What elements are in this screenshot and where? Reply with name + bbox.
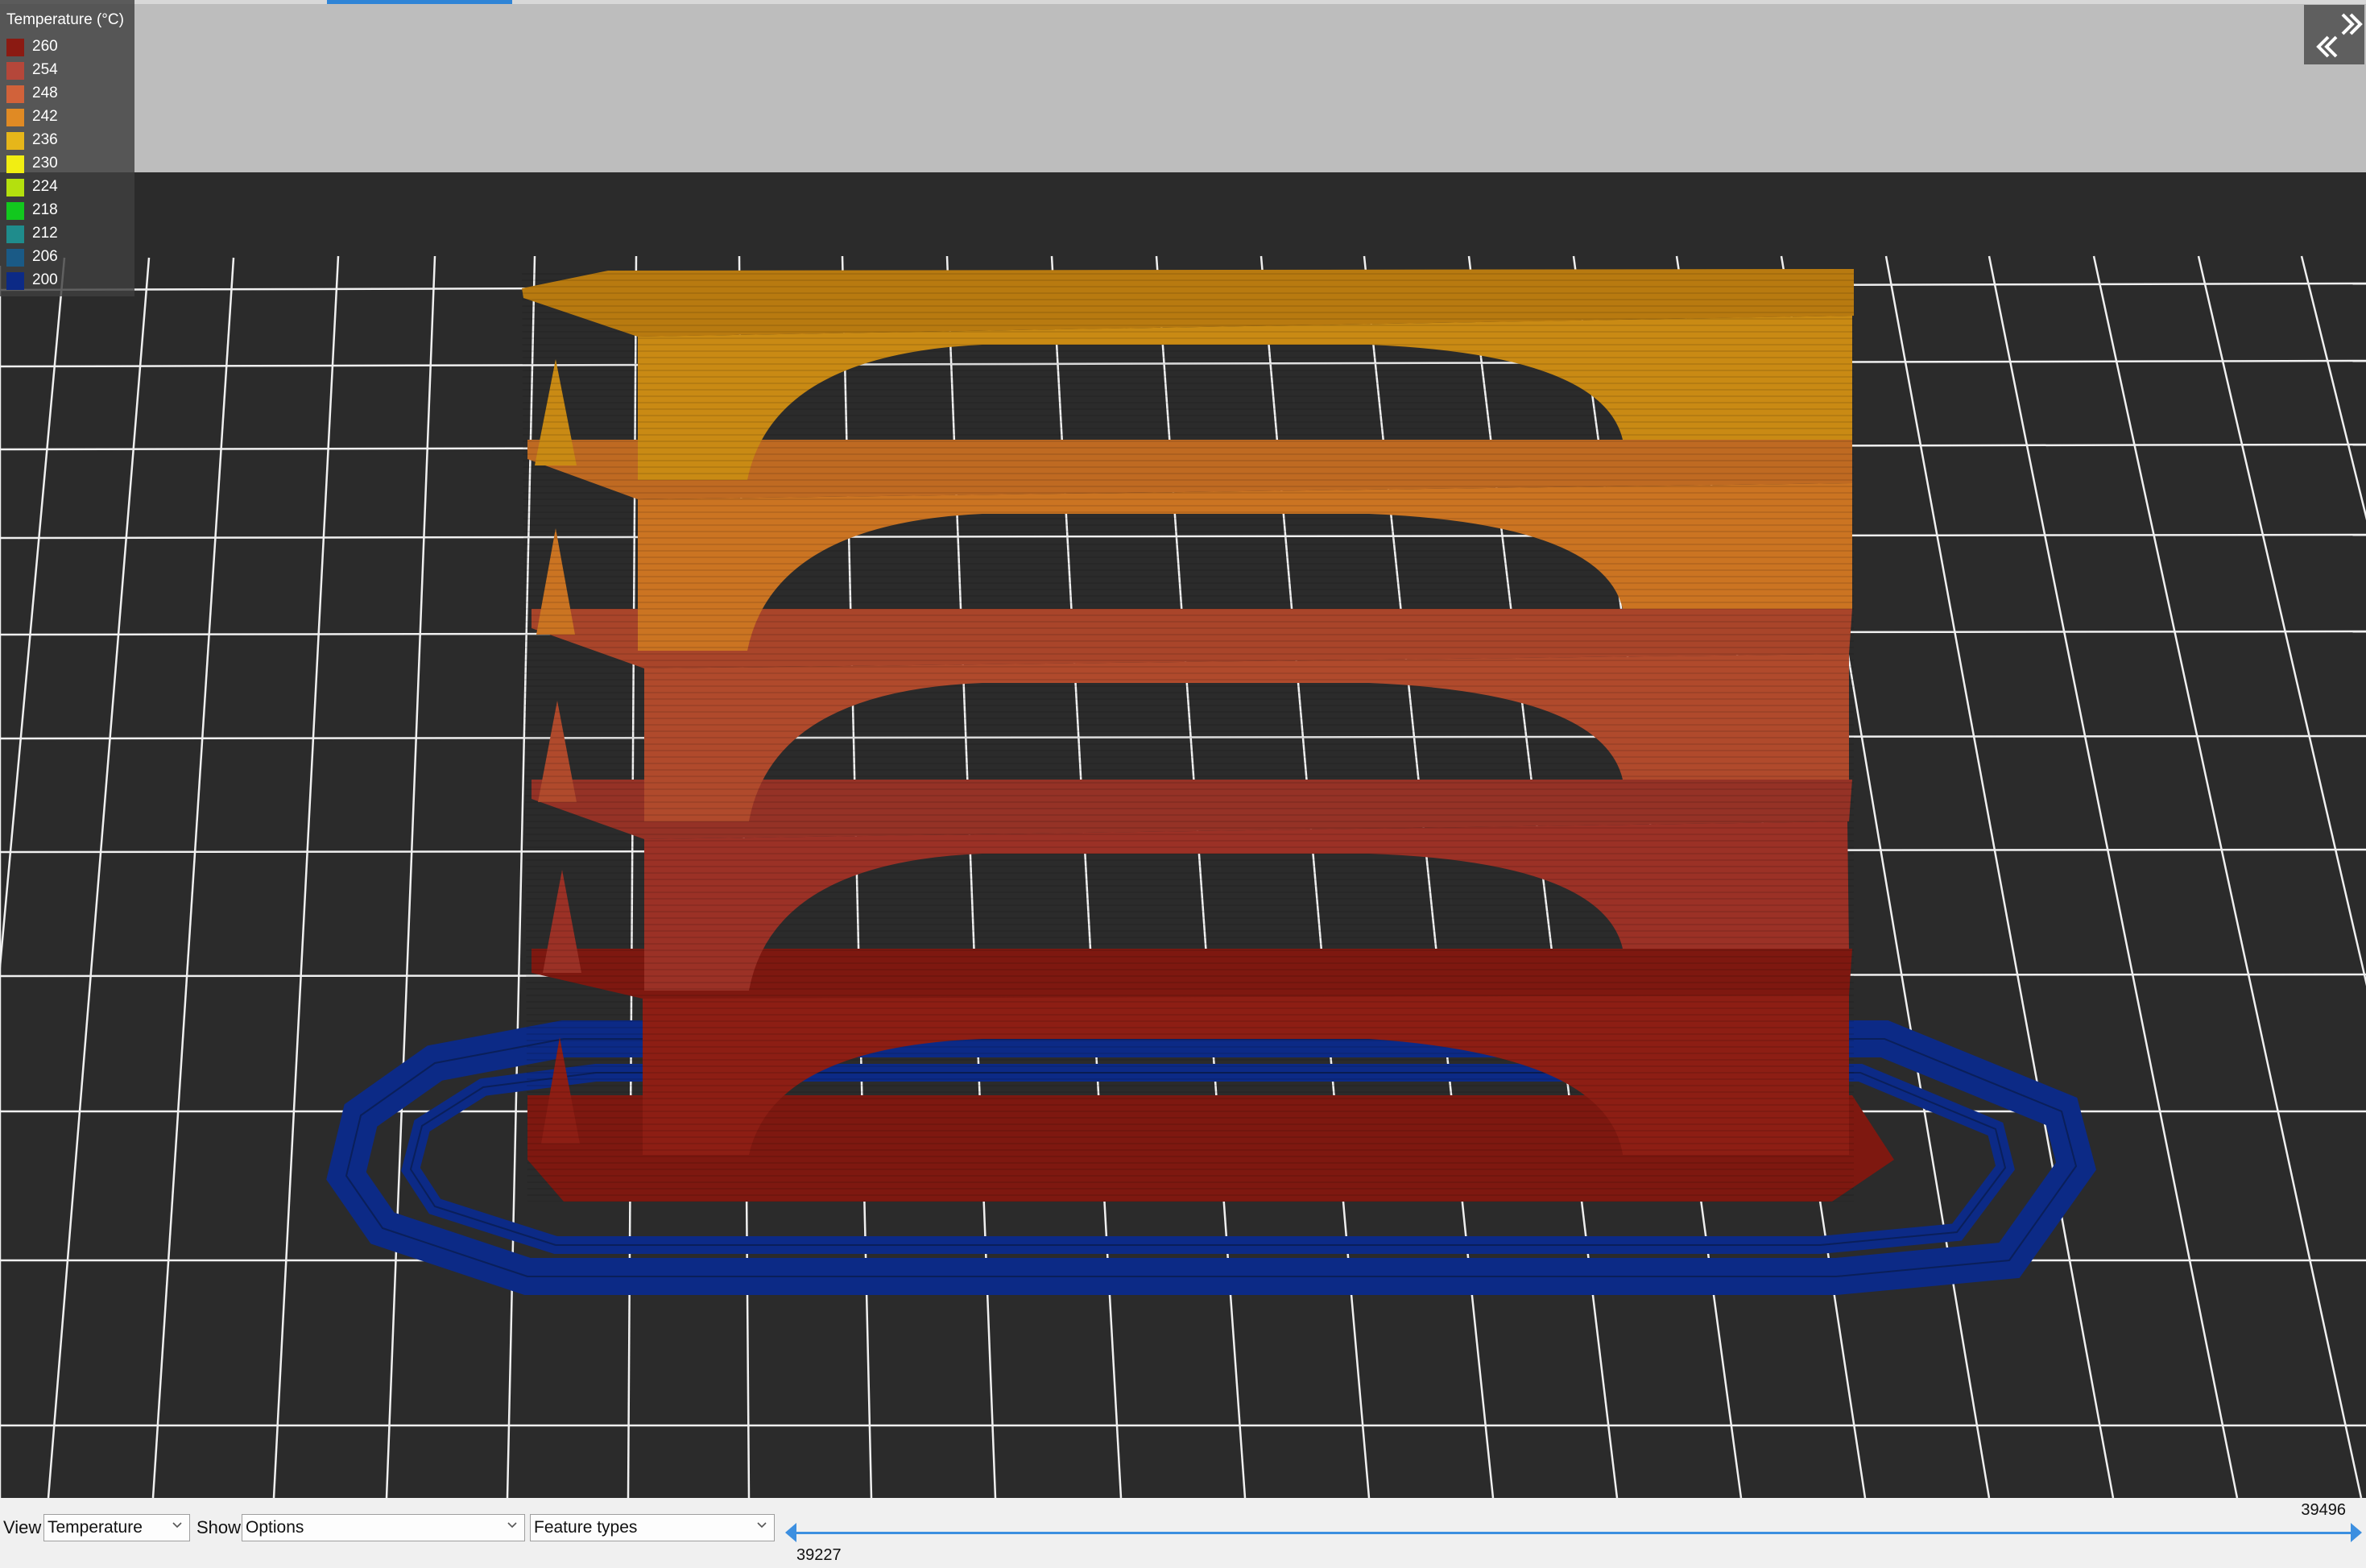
legend-swatch <box>6 179 24 197</box>
legend-swatch <box>6 109 24 126</box>
feature-types-dropdown-value: Feature types <box>534 1518 638 1537</box>
legend-item: 242 <box>6 107 127 128</box>
legend-label: 236 <box>32 131 58 148</box>
legend-label: 224 <box>32 178 58 195</box>
collapse-sidebar-button[interactable] <box>2304 5 2364 64</box>
legend-item: 248 <box>6 84 127 105</box>
view-dropdown-value: Temperature <box>48 1518 143 1537</box>
legend-swatch <box>6 132 24 150</box>
legend-item: 230 <box>6 154 127 175</box>
legend-label: 218 <box>32 201 58 218</box>
legend-item: 260 <box>6 37 127 58</box>
legend-label: 254 <box>32 61 58 78</box>
layer-lines <box>522 269 1854 1202</box>
print-preview-scene <box>0 255 2366 1498</box>
legend-label: 242 <box>32 108 58 125</box>
show-dropdown-value: Options <box>246 1518 304 1537</box>
legend-item: 224 <box>6 177 127 198</box>
slider-track[interactable] <box>795 1532 2352 1534</box>
view-dropdown[interactable]: Temperature <box>43 1514 190 1541</box>
show-label: Show <box>196 1517 242 1537</box>
legend-label: 260 <box>32 38 58 55</box>
slider-thumb-high[interactable] <box>2351 1523 2362 1542</box>
legend-label: 230 <box>32 155 58 172</box>
chevron-down-icon <box>172 1522 182 1529</box>
slider-thumb-low[interactable] <box>785 1523 796 1542</box>
legend-label: 248 <box>32 85 58 101</box>
bottom-toolbar: View Temperature Show Options Feature ty… <box>0 1498 2366 1568</box>
legend-item: 236 <box>6 130 127 151</box>
legend-item: 254 <box>6 60 127 81</box>
legend-swatch <box>6 39 24 56</box>
legend-swatch <box>6 272 24 290</box>
legend-item: 200 <box>6 271 127 292</box>
3d-viewport[interactable]: Temperature (°C) 260 254 248 242 236 230 224 21… <box>0 0 2366 1498</box>
legend-swatch <box>6 62 24 80</box>
show-dropdown[interactable]: Options <box>242 1514 525 1541</box>
double-chevron-icon <box>2316 13 2363 58</box>
view-label: View <box>3 1517 42 1537</box>
legend-swatch <box>6 249 24 267</box>
legend-label: 212 <box>32 225 58 242</box>
slider-high-value: 39496 <box>2301 1501 2346 1519</box>
legend-title: Temperature (°C) <box>6 11 124 28</box>
legend-swatch <box>6 225 24 243</box>
slider-low-value: 39227 <box>796 1546 842 1564</box>
legend-item: 212 <box>6 224 127 245</box>
legend-swatch <box>6 202 24 220</box>
legend-label: 206 <box>32 248 58 265</box>
chevron-down-icon <box>507 1522 517 1529</box>
chevron-down-icon <box>757 1522 767 1529</box>
legend-swatch <box>6 85 24 103</box>
legend-item: 206 <box>6 247 127 268</box>
moves-slider[interactable]: 39496 39227 <box>785 1498 2362 1568</box>
temperature-legend: Temperature (°C) 260 254 248 242 236 230 224 21… <box>0 0 134 296</box>
legend-item: 218 <box>6 201 127 221</box>
legend-label: 200 <box>32 271 58 288</box>
feature-types-dropdown[interactable]: Feature types <box>530 1514 775 1541</box>
legend-swatch <box>6 155 24 173</box>
